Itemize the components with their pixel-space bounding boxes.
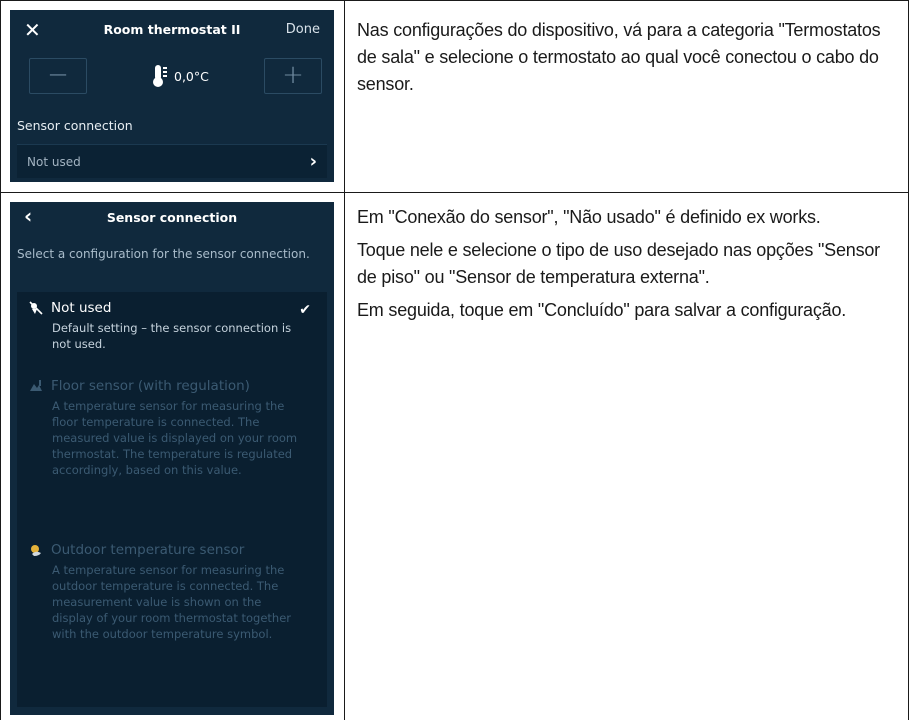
step2-paragraph-3: Em seguida, toque em "Concluído" para sa… (357, 300, 847, 320)
step1-instruction: Nas configurações do dispositivo, vá par… (357, 17, 897, 104)
table-column-divider (344, 0, 345, 720)
floor-sensor-icon (30, 380, 42, 391)
step2-instruction: Em "Conexão do sensor", "Não usado" é de… (357, 204, 897, 330)
temperature-value: 0,0°C (174, 68, 209, 84)
thermometer-icon (153, 65, 167, 87)
increase-button[interactable]: + (264, 58, 322, 94)
option-floor-sensor[interactable]: Floor sensor (with regulation) A tempera… (29, 378, 319, 478)
done-button[interactable]: Done (286, 22, 320, 37)
option-label: Floor sensor (with regulation) (51, 378, 250, 394)
room-thermostat-screen: ✕ Room thermostat II Done − 0,0°C + Sens… (10, 10, 334, 182)
chevron-right-icon: › (309, 151, 317, 172)
table-border-left (0, 0, 1, 720)
intro-text: Select a configuration for the sensor co… (17, 247, 310, 261)
table-row-divider (0, 192, 909, 193)
checkmark-icon: ✔ (299, 302, 311, 318)
options-panel: Not used ✔ Default setting – the sensor … (17, 292, 327, 707)
table-border-top (0, 0, 909, 1)
option-description: A temperature sensor for measuring the o… (52, 563, 292, 641)
sensor-connection-label: Sensor connection (17, 118, 133, 133)
outdoor-temperature-icon (31, 545, 41, 556)
step1-text: Nas configurações do dispositivo, vá par… (357, 20, 881, 94)
step2-paragraph-1: Em "Conexão do sensor", "Não usado" é de… (357, 207, 821, 227)
step2-paragraph-2: Toque nele e selecione o tipo de uso des… (357, 240, 880, 287)
sensor-connection-value: Not used (27, 155, 81, 169)
option-description: Default setting – the sensor connection … (52, 321, 292, 351)
decrease-button[interactable]: − (29, 58, 87, 94)
option-description: A temperature sensor for measuring the f… (52, 399, 298, 477)
screen-title: Sensor connection (106, 210, 238, 225)
option-label: Not used (51, 300, 112, 316)
temperature-display: 0,0°C (152, 61, 209, 91)
not-used-icon (29, 301, 43, 315)
option-not-used[interactable]: Not used ✔ Default setting – the sensor … (29, 300, 319, 352)
sensor-connection-row[interactable]: Not used › (17, 144, 327, 178)
sensor-connection-screen: ‹ Sensor connection Select a configurati… (10, 202, 334, 715)
option-outdoor-sensor[interactable]: Outdoor temperature sensor A temperature… (29, 542, 319, 642)
option-label: Outdoor temperature sensor (51, 542, 245, 558)
